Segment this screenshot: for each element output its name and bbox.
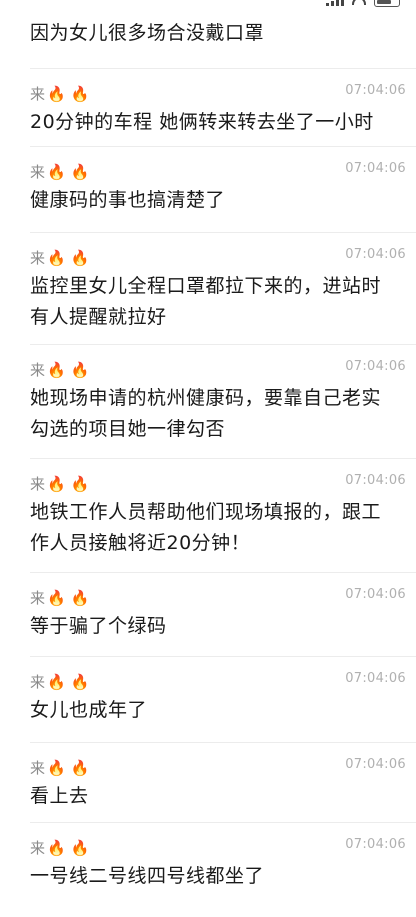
author-name[interactable]: 来 🔥 🔥 bbox=[30, 359, 89, 380]
list-item[interactable]: 来 🔥 🔥 07:04:06 女儿也成年了 bbox=[30, 656, 416, 726]
previous-message-text: 因为女儿很多场合没戴口罩 bbox=[30, 22, 265, 44]
timestamp: 07:04:06 bbox=[345, 359, 406, 374]
wifi-icon bbox=[352, 0, 366, 5]
author-name[interactable]: 来 🔥 🔥 bbox=[30, 83, 89, 104]
fire-icon: 🔥 🔥 bbox=[47, 759, 90, 777]
list-item[interactable]: 来 🔥 🔥 07:04:06 20分钟的车程 她俩转来转去坐了一小时 bbox=[30, 68, 416, 138]
timestamp: 07:04:06 bbox=[345, 757, 406, 772]
message-text: 她现场申请的杭州健康码，要靠自己老实 勾选的项目她一律勾否 bbox=[30, 387, 382, 440]
author-name[interactable]: 来 🔥 🔥 bbox=[30, 161, 89, 182]
author-name[interactable]: 来 🔥 🔥 bbox=[30, 587, 89, 608]
author-name[interactable]: 来 🔥 🔥 bbox=[30, 247, 89, 268]
list-item[interactable]: 来 🔥 🔥 07:04:06 她现场申请的杭州健康码，要靠自己老实 勾选的项目她一律… bbox=[30, 344, 416, 445]
timestamp: 07:04:06 bbox=[345, 671, 406, 686]
list-item[interactable]: 来 🔥 🔥 07:04:06 监控里女儿全程口罩都拉下来的，进站时 有人提醒就拉好 bbox=[30, 232, 416, 333]
fire-icon: 🔥 🔥 bbox=[47, 361, 90, 379]
fire-icon: 🔥 🔥 bbox=[47, 85, 90, 103]
message-text: 一号线二号线四号线都坐了 bbox=[30, 865, 265, 887]
fire-icon: 🔥 🔥 bbox=[47, 163, 90, 181]
timestamp: 07:04:06 bbox=[345, 161, 406, 176]
signal-icon bbox=[326, 0, 344, 6]
status-bar bbox=[0, 0, 416, 12]
timestamp: 07:04:06 bbox=[345, 473, 406, 488]
timestamp: 07:04:06 bbox=[345, 837, 406, 852]
list-item[interactable]: 来 🔥 🔥 07:04:06 等于骗了个绿码 bbox=[30, 572, 416, 642]
message-text: 健康码的事也搞清楚了 bbox=[30, 189, 226, 211]
fire-icon: 🔥 🔥 bbox=[47, 475, 90, 493]
author-name[interactable]: 来 🔥 🔥 bbox=[30, 671, 89, 692]
fire-icon: 🔥 🔥 bbox=[47, 589, 90, 607]
list-item[interactable]: 来 🔥 🔥 07:04:06 一号线二号线四号线都坐了 bbox=[30, 822, 416, 892]
status-icons bbox=[326, 0, 400, 7]
list-item[interactable]: 来 🔥 🔥 07:04:06 健康码的事也搞清楚了 bbox=[30, 146, 416, 216]
timestamp: 07:04:06 bbox=[345, 587, 406, 602]
author-name[interactable]: 来 🔥 🔥 bbox=[30, 757, 89, 778]
timestamp: 07:04:06 bbox=[345, 247, 406, 262]
message-text: 等于骗了个绿码 bbox=[30, 615, 167, 637]
message-text: 看上去 bbox=[30, 785, 89, 807]
author-name[interactable]: 来 🔥 🔥 bbox=[30, 473, 89, 494]
list-item[interactable]: 来 🔥 🔥 07:04:06 看上去 bbox=[30, 742, 416, 812]
timestamp: 07:04:06 bbox=[345, 83, 406, 98]
fire-icon: 🔥 🔥 bbox=[47, 839, 90, 857]
list-item[interactable]: 来 🔥 🔥 07:04:06 地铁工作人员帮助他们现场填报的，跟工 作人员接触将近2… bbox=[30, 458, 416, 559]
author-name[interactable]: 来 🔥 🔥 bbox=[30, 837, 89, 858]
message-text: 女儿也成年了 bbox=[30, 699, 148, 721]
fire-icon: 🔥 🔥 bbox=[47, 673, 90, 691]
message-text: 地铁工作人员帮助他们现场填报的，跟工 作人员接触将近20分钟！ bbox=[30, 501, 382, 554]
fire-icon: 🔥 🔥 bbox=[47, 249, 90, 267]
message-text: 监控里女儿全程口罩都拉下来的，进站时 有人提醒就拉好 bbox=[30, 275, 382, 328]
message-text: 20分钟的车程 她俩转来转去坐了一小时 bbox=[30, 111, 374, 133]
battery-icon bbox=[374, 0, 400, 7]
